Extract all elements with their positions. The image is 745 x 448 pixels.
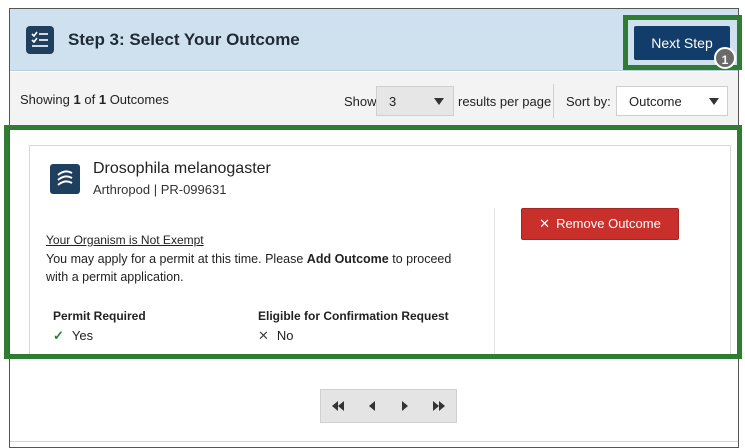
- sort-select[interactable]: Outcome: [616, 86, 728, 116]
- column-divider: [494, 208, 495, 356]
- organism-name: Drosophila melanogaster: [93, 160, 271, 177]
- permit-required-label: Permit Required: [53, 309, 146, 323]
- results-toolbar: Showing 1 of 1 Outcomes Show 3 results p…: [10, 72, 738, 128]
- sort-value: Outcome: [629, 94, 682, 109]
- caret-down-icon: [709, 98, 719, 105]
- callout-badge: 1: [714, 47, 736, 69]
- divider: [10, 441, 738, 442]
- last-page-icon[interactable]: [422, 390, 456, 422]
- page-title: Step 3: Select Your Outcome: [68, 30, 300, 49]
- show-label: Show: [344, 94, 377, 109]
- checklist-icon: [26, 26, 54, 54]
- x-icon: ✕: [258, 328, 269, 343]
- per-page-value: 3: [389, 94, 397, 109]
- organism-subtitle: Arthropod | PR-099631: [93, 182, 227, 197]
- toolbar-divider: [553, 84, 554, 118]
- organism-icon: [50, 164, 80, 194]
- apply-instructions: You may apply for a permit at this time.…: [46, 252, 452, 284]
- close-icon: ✕: [539, 216, 551, 231]
- results-per-page-label: results per page: [458, 94, 552, 109]
- caret-down-icon: [434, 98, 444, 105]
- sort-label: Sort by:: [566, 94, 611, 109]
- next-page-icon[interactable]: [389, 390, 423, 422]
- showing-count: Showing 1 of 1 Outcomes: [20, 92, 169, 107]
- permit-required-value: ✓ Yes: [53, 328, 94, 343]
- pagination: [320, 389, 457, 423]
- confirmation-eligible-label: Eligible for Confirmation Request: [258, 309, 449, 323]
- remove-outcome-button[interactable]: ✕ Remove Outcome: [521, 208, 679, 240]
- per-page-select[interactable]: 3: [376, 86, 454, 116]
- outcome-card: Drosophila melanogaster Arthropod | PR-0…: [29, 145, 731, 356]
- previous-page-icon[interactable]: [355, 390, 389, 422]
- exempt-status-link[interactable]: Your Organism is Not Exempt: [46, 233, 204, 247]
- confirmation-eligible-value: ✕ No: [258, 328, 294, 343]
- first-page-icon[interactable]: [321, 390, 355, 422]
- step-header: Step 3: Select Your Outcome Next Step 1: [10, 9, 742, 71]
- check-icon: ✓: [53, 328, 64, 343]
